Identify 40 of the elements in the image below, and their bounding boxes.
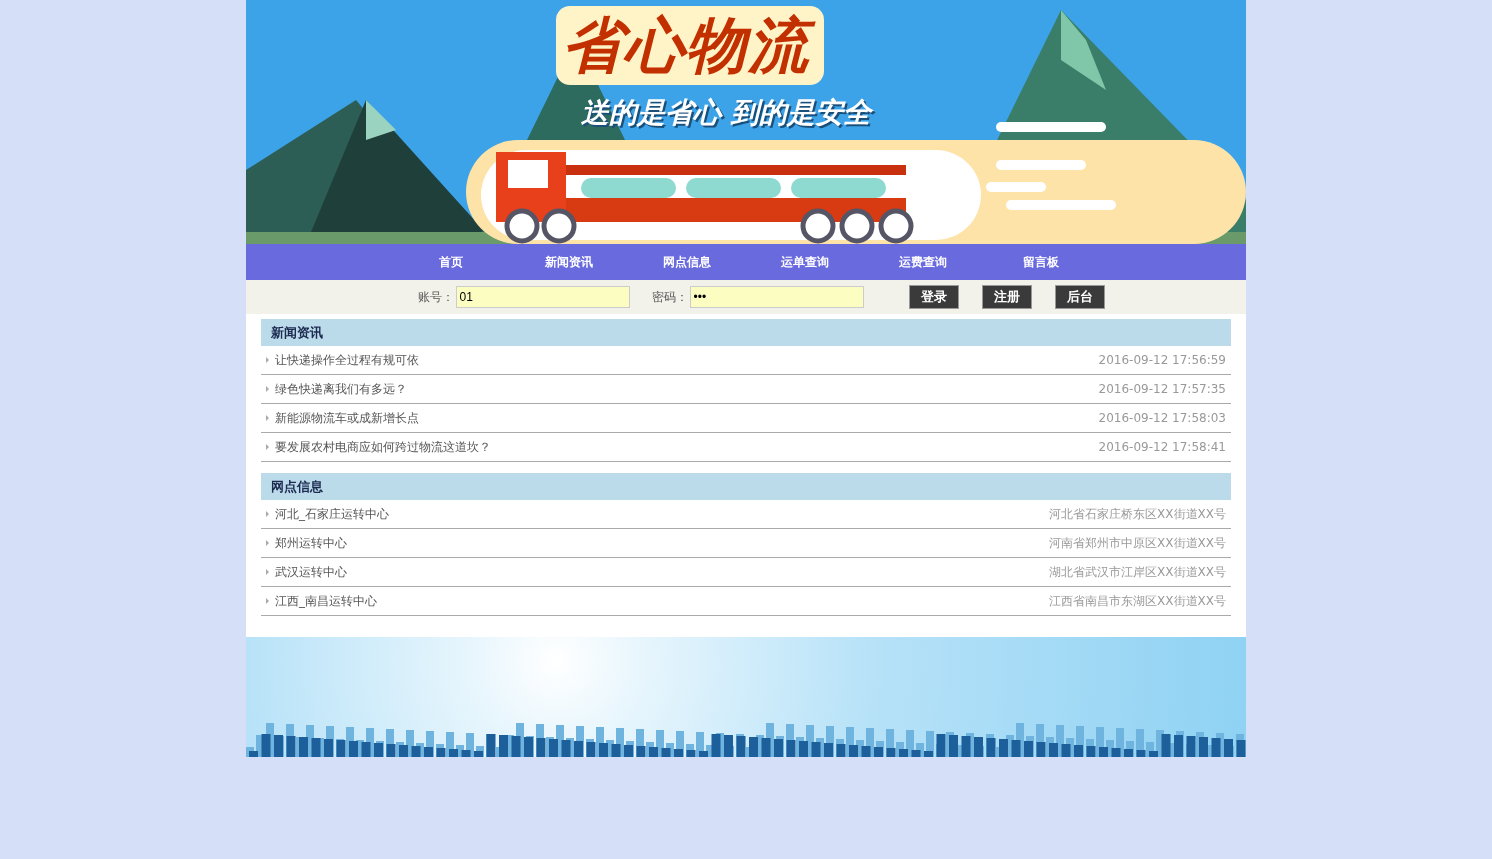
password-field[interactable]: ••• xyxy=(689,286,864,308)
register-button[interactable]: 注册 xyxy=(981,285,1032,309)
row-meta: 2016-09-12 17:56:59 xyxy=(1098,353,1226,367)
list-link[interactable]: 武汉运转中心 xyxy=(275,563,347,581)
banner-title: 省心物流 xyxy=(556,6,824,85)
section-header: 网点信息 xyxy=(261,473,1231,500)
nav-link[interactable]: 留言板 xyxy=(982,244,1100,280)
row-meta: 2016-09-12 17:58:03 xyxy=(1098,411,1226,425)
bullet-icon xyxy=(266,598,269,604)
bullet-icon xyxy=(266,415,269,421)
login-button[interactable]: 登录 xyxy=(908,285,959,309)
row-meta: 湖北省武汉市江岸区XX街道XX号 xyxy=(1049,563,1226,581)
row-meta: 2016-09-12 17:57:35 xyxy=(1098,382,1226,396)
list-link[interactable]: 河北_石家庄运转中心 xyxy=(275,505,389,523)
account-field[interactable]: 01 xyxy=(455,286,630,308)
bullet-icon xyxy=(266,386,269,392)
list-link[interactable]: 让快递操作全过程有规可依 xyxy=(275,351,419,369)
list-link[interactable]: 绿色快递离我们有多远？ xyxy=(275,380,407,398)
row-meta: 2016-09-12 17:58:41 xyxy=(1098,440,1226,454)
admin-button[interactable]: 后台 xyxy=(1054,285,1105,309)
row-meta: 河北省石家庄桥东区XX街道XX号 xyxy=(1049,505,1226,523)
list-link[interactable]: 江西_南昌运转中心 xyxy=(275,592,377,610)
bullet-icon xyxy=(266,540,269,546)
row-meta: 江西省南昌市东湖区XX街道XX号 xyxy=(1049,592,1226,610)
account-label: 账号： xyxy=(417,288,454,306)
nav-link[interactable]: 运费查询 xyxy=(864,244,982,280)
nav-link[interactable]: 网点信息 xyxy=(628,244,746,280)
nav-link[interactable]: 首页 xyxy=(392,244,510,280)
bullet-icon xyxy=(266,444,269,450)
bullet-icon xyxy=(266,569,269,575)
nav-link[interactable]: 新闻资讯 xyxy=(510,244,628,280)
bullet-icon xyxy=(266,357,269,363)
nav-link[interactable]: 运单查询 xyxy=(746,244,864,280)
list-link[interactable]: 新能源物流车或成新增长点 xyxy=(275,409,419,427)
list-link[interactable]: 要发展农村电商应如何跨过物流这道坎？ xyxy=(275,438,491,456)
password-label: 密码： xyxy=(651,288,688,306)
bullet-icon xyxy=(266,511,269,517)
list-link[interactable]: 郑州运转中心 xyxy=(275,534,347,552)
row-meta: 河南省郑州市中原区XX街道XX号 xyxy=(1049,534,1226,552)
section-header: 新闻资讯 xyxy=(261,319,1231,346)
